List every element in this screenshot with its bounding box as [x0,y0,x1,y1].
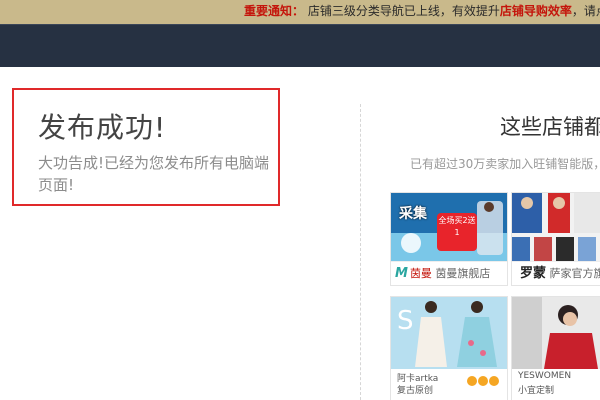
notice-bar: 重要通知： 店铺三级分类导航已上线，有效提升店铺导购效率，请点 [0,0,600,24]
store-card-artka[interactable]: S 阿卡artka 复古原创 [390,296,508,400]
section-divider [360,104,361,400]
notice-text: 店铺三级分类导航已上线，有效提升 [307,4,500,18]
success-title: 发布成功! [38,111,167,144]
store-tagline: 小宜定制 [518,386,555,396]
store-banner-image: 采集 全场买2送1 [391,193,507,261]
notice-label: 重要通知： [244,4,305,18]
svg-text:S: S [397,306,414,336]
inman-logo: M [395,266,408,281]
store-name: 茵曼旗舰店 [435,267,491,280]
romon-logo: 罗蒙 [520,266,547,281]
store-card-yeswomen[interactable]: YESWOMEN 小宜定制 [511,296,600,400]
success-message: 大功告成!已经为您发布所有电脑端页面! [38,154,270,194]
store-banner-image [512,193,600,261]
store-banner-image [512,297,600,369]
publish-success-panel: 发布成功! 大功告成!已经为您发布所有电脑端页面! [12,88,280,206]
top-navigation-bar [0,24,600,67]
notice-highlight-link[interactable]: 店铺导购效率 [500,4,572,18]
store-name-row: M 茵曼 茵曼旗舰店 [391,261,507,285]
collect-tag: 采集 [399,206,427,222]
sale-badge: 全场买2送1 [437,213,477,251]
store-name-row: 罗蒙 萨家官方旗 [512,261,600,285]
store-card-romon[interactable]: 罗蒙 萨家官方旗 [511,192,600,286]
store-card-inman[interactable]: 采集 全场买2送1 M 茵曼 茵曼旗舰店 [390,192,508,286]
inman-logo-text: 茵曼 [409,267,432,280]
rating-icons [466,371,499,390]
store-tagline: 复古原创 [397,386,434,396]
promo-title: 这些店铺都 [500,115,600,139]
promo-subtitle: 已有超过30万卖家加入旺铺智能版， [410,157,600,171]
store-name: YESWOMEN [518,371,572,381]
notice-tail: ，请点 [571,4,600,18]
store-name: 萨家官方旗 [549,267,600,280]
store-banner-image: S [391,297,507,369]
